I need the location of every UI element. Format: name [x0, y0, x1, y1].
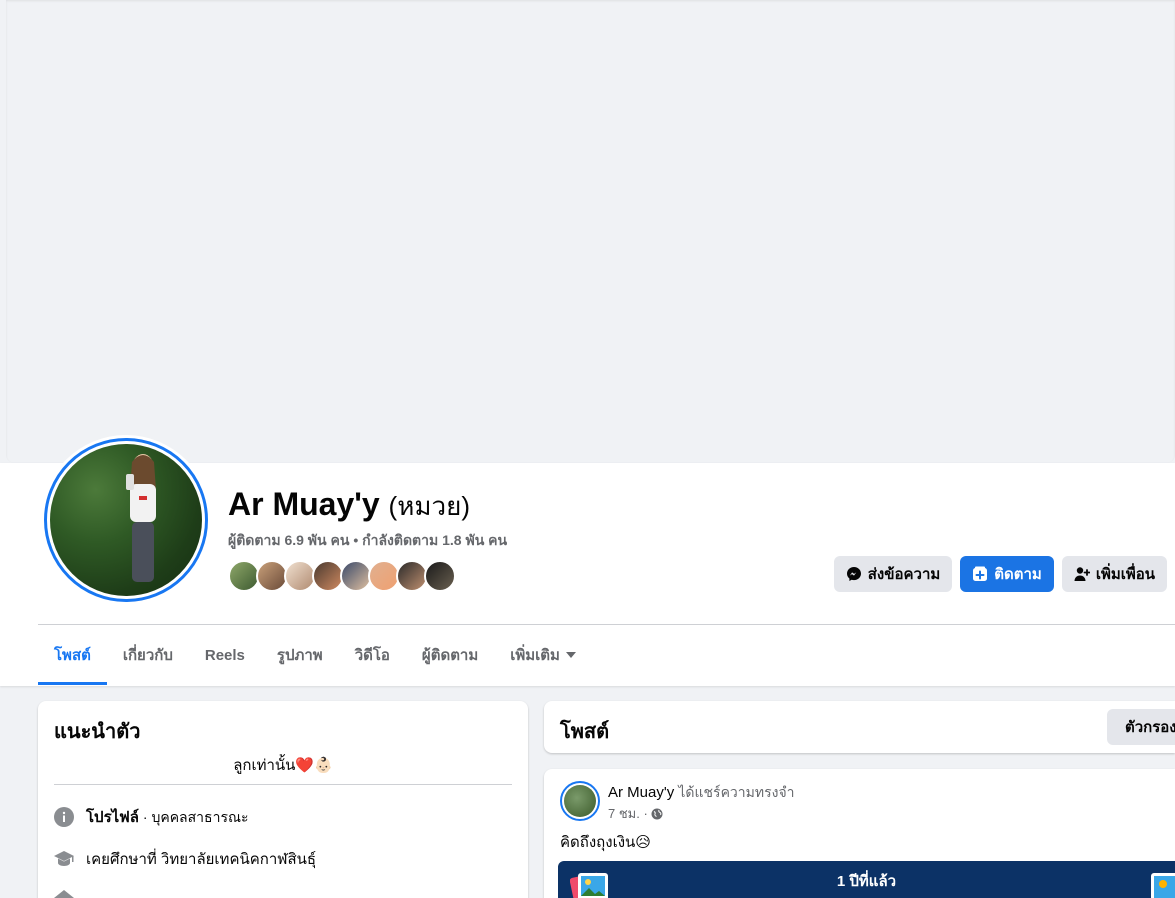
message-button-label: ส่งข้อความ	[867, 566, 941, 583]
tab-followers[interactable]: ผู้ติดตาม	[406, 625, 494, 685]
cover-photo[interactable]	[6, 0, 1175, 463]
filter-button[interactable]: ตัวกรอง	[1107, 709, 1175, 745]
tab-label: โพสต์	[54, 647, 91, 664]
posts-header: โพสต์ ตัวกรอง	[544, 701, 1175, 753]
globe-icon[interactable]	[651, 808, 663, 820]
tab-videos[interactable]: วิดีโอ	[339, 625, 406, 685]
post-author-name[interactable]: Ar Muay'y	[608, 784, 674, 801]
follow-button-label: ติดตาม	[994, 566, 1042, 583]
tab-reels[interactable]: Reels	[189, 625, 261, 685]
tab-label: เกี่ยวกับ	[122, 647, 173, 664]
photo-frame-icon	[1151, 873, 1175, 898]
education-text[interactable]: เคยศึกษาที่ วิทยาลัยเทคนิคกาฬสินธุ์	[86, 847, 316, 871]
graduation-cap-icon	[54, 849, 74, 869]
post-card: Ar Muay'y ได้แชร์ความทรงจำ 7 ชม. · คิดถึ…	[544, 769, 1175, 898]
post-author-avatar[interactable]	[560, 781, 600, 821]
profile-avatar[interactable]	[41, 435, 211, 605]
profile-type: · บุคคลสาธารณะ	[139, 809, 249, 825]
tab-photos[interactable]: รูปภาพ	[261, 625, 339, 685]
location-row-partial	[54, 889, 74, 898]
tab-label: ผู้ติดตาม	[421, 647, 479, 664]
tab-label: วิดีโอ	[354, 647, 390, 664]
post-action: ได้แชร์ความทรงจำ	[678, 784, 795, 800]
post-text: คิดถึงถุงเงิน😥	[560, 834, 651, 851]
memory-label: 1 ปีที่แล้ว	[836, 873, 897, 890]
follow-button[interactable]: ติดตาม	[960, 556, 1054, 592]
memory-banner[interactable]: 1 ปีที่แล้ว	[558, 861, 1175, 898]
caret-down-icon	[565, 652, 576, 658]
home-icon	[54, 889, 74, 898]
follower-avatar[interactable]	[424, 560, 456, 592]
tab-posts[interactable]: โพสต์	[38, 625, 107, 685]
add-friend-button-label: เพิ่มเพื่อน	[1095, 566, 1155, 583]
tab-label: รูปภาพ	[276, 647, 323, 664]
posts-title: โพสต์	[560, 721, 610, 743]
add-friend-icon	[1074, 567, 1090, 581]
follower-avatars[interactable]	[228, 560, 456, 592]
avatar-person-figure	[126, 454, 156, 582]
follower-stats[interactable]: ผู้ติดตาม 6.9 พัน คน • กำลังติดตาม 1.8 พ…	[228, 530, 507, 552]
profile-name-text: Ar Muay'y	[228, 486, 380, 522]
post-author-line: Ar Muay'y ได้แชร์ความทรงจำ	[608, 782, 795, 804]
profile-name: Ar Muay'y (หมวย)	[228, 486, 470, 527]
tab-about[interactable]: เกี่ยวกับ	[107, 625, 189, 685]
message-button[interactable]: ส่งข้อความ	[833, 556, 953, 592]
tab-label: เพิ่มเติม	[510, 647, 560, 664]
bio-text: ลูกเท่านั้น❤️👶🏻	[233, 757, 333, 774]
post-time[interactable]: 7 ชม. ·	[608, 803, 648, 824]
follow-icon	[973, 566, 988, 581]
tab-label: Reels	[204, 646, 245, 664]
profile-alt-name: (หมวย)	[388, 491, 470, 521]
tab-more[interactable]: เพิ่มเติม	[494, 625, 592, 685]
post-meta: 7 ชม. ·	[608, 803, 663, 824]
education-row: เคยศึกษาที่ วิทยาลัยเทคนิคกาฬสินธุ์	[54, 847, 316, 871]
intro-card: แนะนำตัว ลูกเท่านั้น❤️👶🏻 โปรไฟล์ · บุคคล…	[38, 701, 528, 898]
add-friend-button[interactable]: เพิ่มเพื่อน	[1061, 556, 1167, 592]
intro-title: แนะนำตัว	[54, 721, 141, 743]
messenger-icon	[846, 567, 861, 581]
profile-type-row: โปรไฟล์ · บุคคลสาธารณะ	[54, 805, 248, 829]
profile-actions: ส่งข้อความ ติดตาม เพิ่มเพื่อน	[833, 556, 1167, 592]
profile-tabs: โพสต์ เกี่ยวกับ Reels รูปภาพ วิดีโอ ผู้ต…	[38, 625, 592, 685]
info-icon	[54, 807, 74, 827]
bio-divider	[54, 784, 512, 785]
profile-label: โปรไฟล์	[86, 809, 139, 826]
filter-button-label: ตัวกรอง	[1125, 719, 1175, 736]
